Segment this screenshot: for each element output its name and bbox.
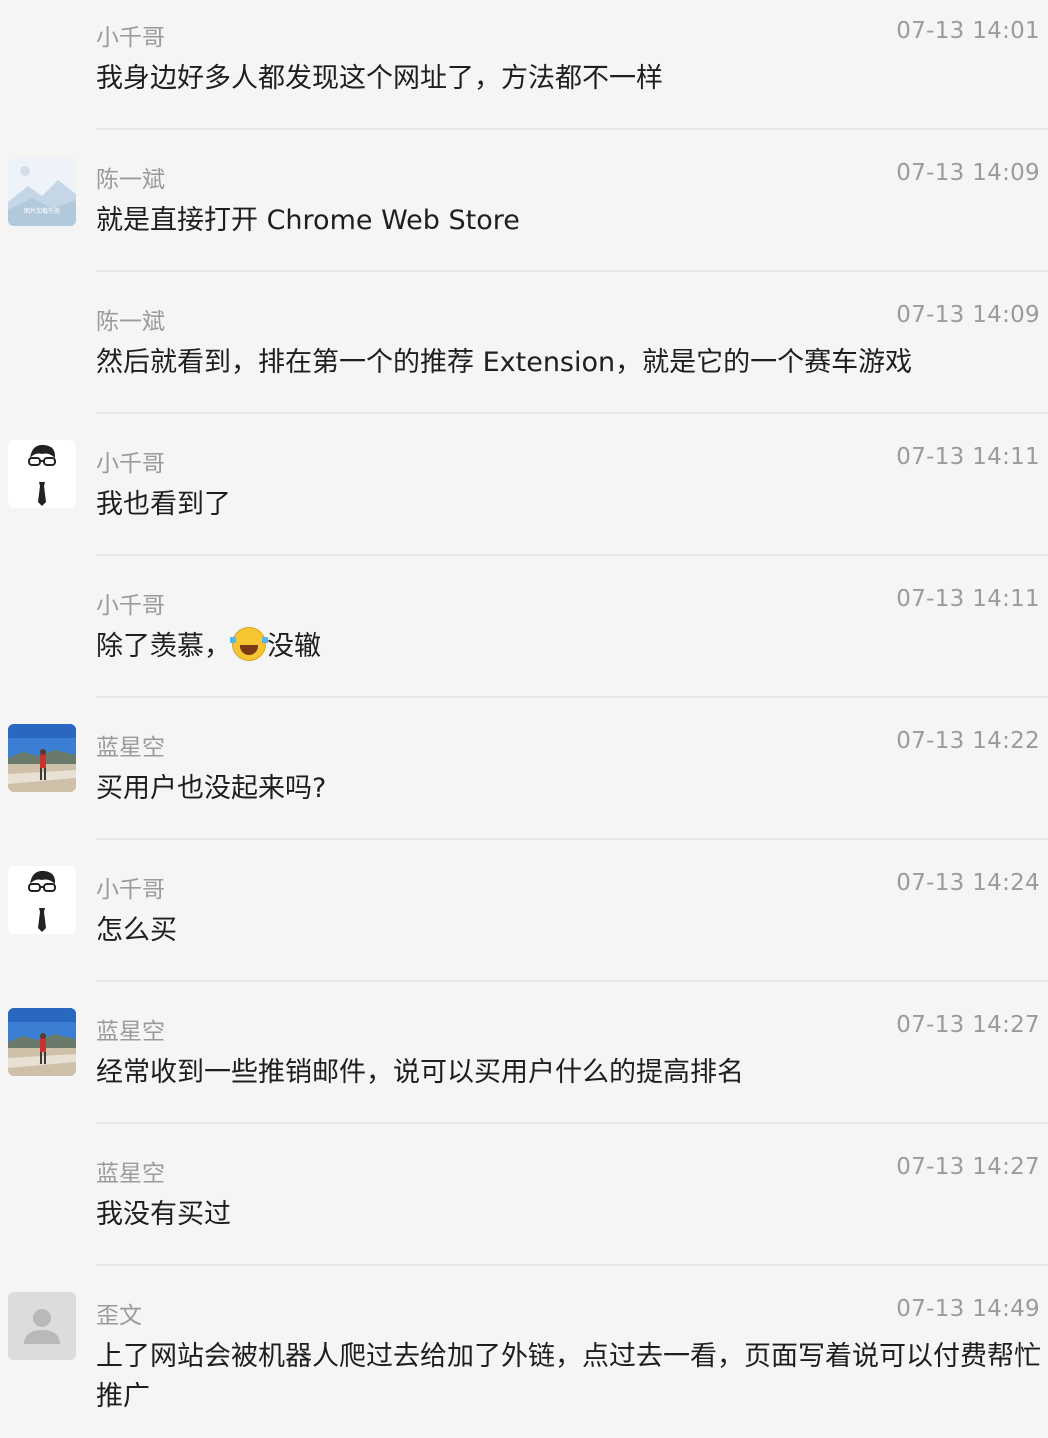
message-text: 然后就看到，排在第一个的推荐 Extension，就是它的一个赛车游戏 xyxy=(96,347,913,378)
sender-name[interactable]: 小千哥 xyxy=(96,870,165,904)
message-text: 经常收到一些推销邮件，说可以买用户什么的提高排名 xyxy=(96,1057,744,1088)
message-time: 07-13 14:22 xyxy=(896,728,1040,754)
message-item: 图片加载失败 陈一斌 07-13 14:09 就是直接打开 Chrome Web… xyxy=(0,130,1048,272)
message-text: 我也看到了 xyxy=(96,489,231,520)
sender-name[interactable]: 陈一斌 xyxy=(96,302,165,336)
message-item: 小千哥 07-13 14:11 除了羡慕， 没辙 xyxy=(0,556,1048,698)
message-time: 07-13 14:11 xyxy=(896,586,1040,612)
avatar-man-glasses-icon[interactable] xyxy=(8,866,76,934)
avatar-man-glasses-icon[interactable] xyxy=(8,440,76,508)
message-text-part: 除了羡慕， xyxy=(96,631,231,662)
message-time: 07-13 14:27 xyxy=(896,1012,1040,1038)
sender-name[interactable]: 蓝星空 xyxy=(96,1012,165,1046)
message-item: 蓝星空 07-13 14:27 经常收到一些推销邮件，说可以买用户什么的提高排名 xyxy=(0,982,1048,1124)
message-time: 07-13 14:09 xyxy=(896,302,1040,328)
message-text: 除了羡慕， 没辙 xyxy=(96,627,1048,667)
message-time: 07-13 14:24 xyxy=(896,870,1040,896)
chat-message-list: 小千哥 07-13 14:01 我身边好多人都发现这个网址了，方法都不一样 图片… xyxy=(0,0,1048,1438)
message-text: 上了网站会被机器人爬过去给加了外链，点过去一看，页面写着说可以付费帮忙推广 xyxy=(96,1341,1041,1412)
sender-name[interactable]: 小千哥 xyxy=(96,18,165,52)
message-text-part: 没辙 xyxy=(267,631,321,662)
message-item: 小千哥 07-13 14:24 怎么买 xyxy=(0,840,1048,982)
avatar-caption: 图片加载失败 xyxy=(24,207,60,215)
message-time: 07-13 14:11 xyxy=(896,444,1040,470)
message-item: 小千哥 07-13 14:01 我身边好多人都发现这个网址了，方法都不一样 xyxy=(0,0,1048,130)
sender-name[interactable]: 蓝星空 xyxy=(96,728,165,762)
avatar-default-user-icon[interactable] xyxy=(8,1292,76,1360)
message-item: 小千哥 07-13 14:11 我也看到了 xyxy=(0,414,1048,556)
avatar-road-photo-icon[interactable] xyxy=(8,1008,76,1076)
message-time: 07-13 14:27 xyxy=(896,1154,1040,1180)
message-text: 就是直接打开 Chrome Web Store xyxy=(96,205,520,236)
sender-name[interactable]: 小千哥 xyxy=(96,586,165,620)
message-text: 怎么买 xyxy=(96,915,177,946)
avatar-road-photo-icon[interactable] xyxy=(8,724,76,792)
message-text: 我没有买过 xyxy=(96,1199,231,1230)
message-text: 我身边好多人都发现这个网址了，方法都不一样 xyxy=(96,63,663,94)
message-item: 陈一斌 07-13 14:09 然后就看到，排在第一个的推荐 Extension… xyxy=(0,272,1048,414)
sender-name[interactable]: 蓝星空 xyxy=(96,1154,165,1188)
message-item: 歪文 07-13 14:49 上了网站会被机器人爬过去给加了外链，点过去一看，页… xyxy=(0,1266,1048,1438)
sender-name[interactable]: 歪文 xyxy=(96,1296,142,1330)
message-item: 蓝星空 07-13 14:27 我没有买过 xyxy=(0,1124,1048,1266)
message-time: 07-13 14:49 xyxy=(896,1296,1040,1322)
message-time: 07-13 14:01 xyxy=(896,18,1040,44)
message-time: 07-13 14:09 xyxy=(896,160,1040,186)
message-text: 买用户也没起来吗? xyxy=(96,773,327,804)
sender-name[interactable]: 陈一斌 xyxy=(96,160,165,194)
message-item: 蓝星空 07-13 14:22 买用户也没起来吗? xyxy=(0,698,1048,840)
avatar-placeholder-icon[interactable]: 图片加载失败 xyxy=(8,158,76,226)
sender-name[interactable]: 小千哥 xyxy=(96,444,165,478)
tears-of-joy-emoji-icon xyxy=(230,627,268,661)
